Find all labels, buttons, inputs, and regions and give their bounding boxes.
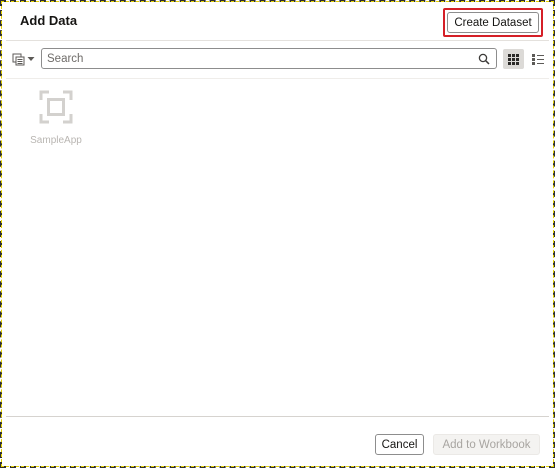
add-to-workbook-button[interactable]: Add to Workbook [433, 434, 540, 455]
header-divider [6, 40, 549, 41]
search-icon[interactable] [477, 52, 491, 66]
cancel-button[interactable]: Cancel [375, 434, 424, 455]
toolbar-divider [6, 78, 549, 79]
dialog-title: Add Data [20, 13, 78, 28]
search-input[interactable] [42, 50, 477, 67]
data-source-tile[interactable]: SampleApp [28, 88, 84, 150]
add-data-dialog: Add Data Create Dataset Search SampleApp… [0, 0, 555, 468]
grid-view-icon [508, 53, 519, 65]
data-source-picker[interactable] [12, 51, 36, 67]
subject-area-icon [39, 90, 73, 124]
database-stack-icon [12, 53, 25, 65]
grid-view-button[interactable] [503, 49, 524, 69]
caret-down-icon [27, 57, 35, 61]
search-field[interactable] [41, 48, 497, 69]
list-view-button[interactable] [528, 49, 548, 69]
list-view-icon [532, 53, 544, 65]
data-source-tile-label: SampleApp [30, 135, 82, 146]
create-dataset-button[interactable]: Create Dataset [447, 12, 539, 33]
create-dataset-highlight: Create Dataset [443, 8, 543, 37]
footer-divider [6, 416, 549, 417]
